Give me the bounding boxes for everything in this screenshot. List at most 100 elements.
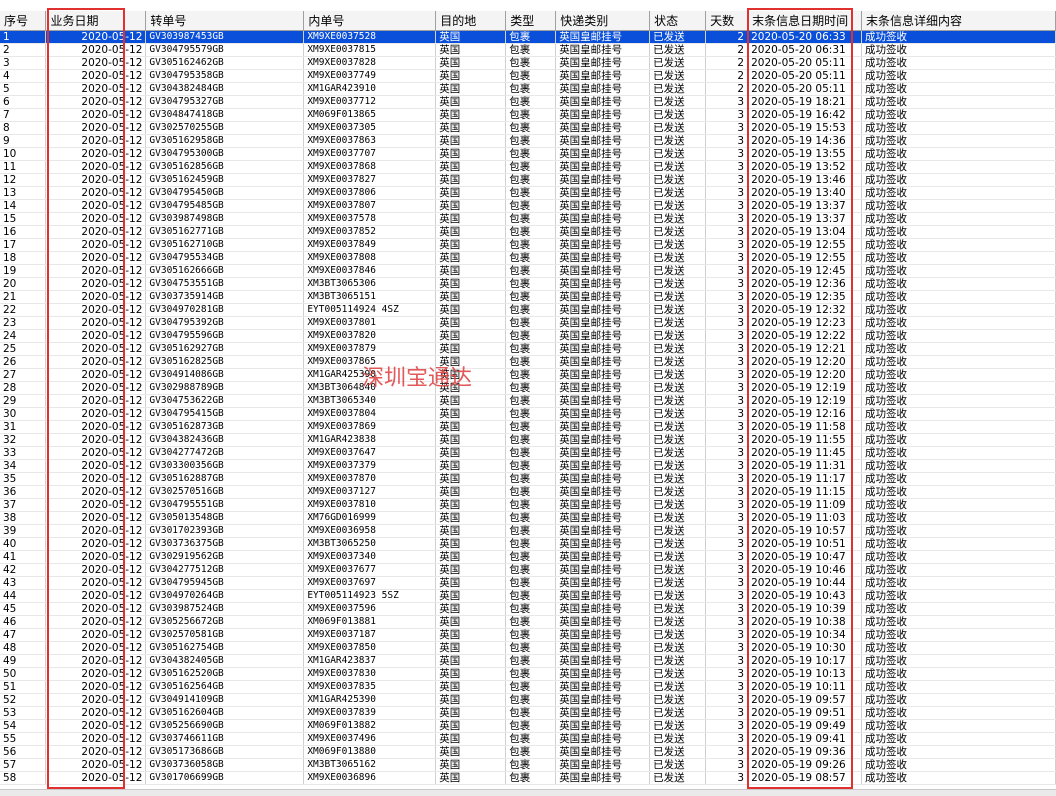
- cell-tracking-no: GV305162754GB: [145, 641, 305, 655]
- cell-business-date: 2020-05-12: [45, 459, 147, 473]
- table-row[interactable]: 56 2020-05-12 GV305173686GB XM069F013880 英国包…: [0, 745, 1056, 759]
- cell-status: 已发送: [649, 43, 707, 57]
- cell-destination: 英国: [435, 30, 507, 44]
- column-header-days[interactable]: 天数: [705, 11, 749, 31]
- table-row[interactable]: 47 2020-05-12 GV302570581GB XM9XE0037187 英国包…: [0, 628, 1056, 642]
- shipment-grid[interactable]: 序号 业务日期 转单号 内单号 目的地 类型 快递类别 状态 天数 末条信息日期时间 末条信息详细内…: [0, 11, 1056, 789]
- table-row[interactable]: 13 2020-05-12 GV304795450GB XM9XE0037806 英国包…: [0, 186, 1056, 200]
- column-header-last-info-detail[interactable]: 末条信息详细内容: [861, 11, 1056, 31]
- column-header-type[interactable]: 类型: [505, 11, 557, 31]
- table-row[interactable]: 55 2020-05-12 GV303746611GB XM9XE0037496 英国包…: [0, 732, 1056, 746]
- table-row[interactable]: 23 2020-05-12 GV304795392GB XM9XE0037801 英国包…: [0, 316, 1056, 330]
- cell-days: 3: [705, 576, 749, 590]
- cell-express-category: 英国皇邮挂号: [555, 108, 651, 122]
- cell-express-category: 英国皇邮挂号: [555, 212, 651, 226]
- cell-express-category: 英国皇邮挂号: [555, 355, 651, 369]
- cell-business-date: 2020-05-12: [45, 134, 147, 148]
- table-row[interactable]: 8 2020-05-12 GV302570255GB XM9XE0037305 英国 包裹…: [0, 121, 1056, 135]
- cell-seq: 46: [0, 615, 47, 629]
- cell-destination: 英国: [435, 407, 507, 421]
- table-row[interactable]: 9 2020-05-12 GV305162958GB XM9XE0037863 英国 包裹…: [0, 134, 1056, 148]
- cell-status: 已发送: [649, 316, 707, 330]
- table-row[interactable]: 30 2020-05-12 GV304795415GB XM9XE0037804 英国包…: [0, 407, 1056, 421]
- table-row[interactable]: 53 2020-05-12 GV305162604GB XM9XE0037839 英国包…: [0, 706, 1056, 720]
- cell-type: 包裹: [505, 615, 557, 629]
- table-row[interactable]: 14 2020-05-12 GV304795485GB XM9XE0037807 英国包…: [0, 199, 1056, 213]
- table-row[interactable]: 31 2020-05-12 GV305162873GB XM9XE0037869 英国包…: [0, 420, 1056, 434]
- table-row[interactable]: 40 2020-05-12 GV303736375GB XM3BT3065250 英国包…: [0, 537, 1056, 551]
- table-row[interactable]: 25 2020-05-12 GV305162927GB XM9XE0037879 英国包…: [0, 342, 1056, 356]
- cell-last-info-datetime: 2020-05-20 06:33: [747, 30, 863, 44]
- cell-days: 3: [705, 628, 749, 642]
- table-row[interactable]: 12 2020-05-12 GV305162459GB XM9XE0037827 英国包…: [0, 173, 1056, 187]
- table-row[interactable]: 45 2020-05-12 GV303987524GB XM9XE0037596 英国包…: [0, 602, 1056, 616]
- table-row[interactable]: 35 2020-05-12 GV305162887GB XM9XE0037870 英国包…: [0, 472, 1056, 486]
- cell-last-info-detail: 成功签收: [861, 238, 1056, 252]
- table-row[interactable]: 54 2020-05-12 GV305256690GB XM069F013882 英国包…: [0, 719, 1056, 733]
- column-header-tracking-no[interactable]: 转单号: [145, 11, 305, 31]
- table-row[interactable]: 46 2020-05-12 GV305256672GB XM069F013881 英国包…: [0, 615, 1056, 629]
- table-row[interactable]: 26 2020-05-12 GV305162825GB XM9XE0037865 英国包…: [0, 355, 1056, 369]
- table-row[interactable]: 34 2020-05-12 GV303300356GB XM9XE0037379 英国包…: [0, 459, 1056, 473]
- table-row[interactable]: 22 2020-05-12 GV304970281GB EYT005114924 4S…: [0, 303, 1056, 317]
- table-row[interactable]: 2 2020-05-12 GV304795579GB XM9XE0037815 英国 包裹…: [0, 43, 1056, 57]
- table-row[interactable]: 57 2020-05-12 GV303736058GB XM3BT3065162 英国包…: [0, 758, 1056, 772]
- table-row[interactable]: 4 2020-05-12 GV304795358GB XM9XE0037749 英国 包裹…: [0, 69, 1056, 83]
- table-row[interactable]: 33 2020-05-12 GV304277472GB XM9XE0037647 英国包…: [0, 446, 1056, 460]
- column-header-express-category[interactable]: 快递类别: [555, 11, 651, 31]
- table-row[interactable]: 19 2020-05-12 GV305162666GB XM9XE0037846 英国包…: [0, 264, 1056, 278]
- table-row[interactable]: 32 2020-05-12 GV304382436GB XM1GAR423838 英国包…: [0, 433, 1056, 447]
- table-row[interactable]: 29 2020-05-12 GV304753622GB XM3BT3065340 英国包…: [0, 394, 1056, 408]
- cell-business-date: 2020-05-12: [45, 251, 147, 265]
- table-row[interactable]: 7 2020-05-12 GV304847418GB XM069F013865 英国 包裹…: [0, 108, 1056, 122]
- cell-type: 包裹: [505, 433, 557, 447]
- table-row[interactable]: 27 2020-05-12 GV304914086GB XM1GAR425390 英国包…: [0, 368, 1056, 382]
- table-row[interactable]: 42 2020-05-12 GV304277512GB XM9XE0037677 英国包…: [0, 563, 1056, 577]
- cell-type: 包裹: [505, 212, 557, 226]
- table-row[interactable]: 38 2020-05-12 GV305013548GB XM76GD016999 英国包…: [0, 511, 1056, 525]
- table-row[interactable]: 50 2020-05-12 GV305162520GB XM9XE0037830 英国包…: [0, 667, 1056, 681]
- cell-destination: 英国: [435, 420, 507, 434]
- cell-seq: 40: [0, 537, 47, 551]
- column-header-internal-no[interactable]: 内单号: [303, 11, 437, 31]
- table-row[interactable]: 44 2020-05-12 GV304970264GB EYT005114923 5S…: [0, 589, 1056, 603]
- column-header-status[interactable]: 状态: [649, 11, 707, 31]
- cell-express-category: 英国皇邮挂号: [555, 524, 651, 538]
- table-row[interactable]: 17 2020-05-12 GV305162710GB XM9XE0037849 英国包…: [0, 238, 1056, 252]
- table-row[interactable]: 10 2020-05-12 GV304795300GB XM9XE0037707 英国包…: [0, 147, 1056, 161]
- cell-internal-no: XM3BT3065250: [303, 537, 437, 551]
- table-row[interactable]: 6 2020-05-12 GV304795327GB XM9XE0037712 英国 包裹…: [0, 95, 1056, 109]
- table-row[interactable]: 39 2020-05-12 GV301702393GB XM9XE0036958 英国包…: [0, 524, 1056, 538]
- table-row[interactable]: 15 2020-05-12 GV303987498GB XM9XE0037578 英国包…: [0, 212, 1056, 226]
- table-row[interactable]: 20 2020-05-12 GV304753551GB XM3BT3065306 英国包…: [0, 277, 1056, 291]
- table-row[interactable]: 51 2020-05-12 GV305162564GB XM9XE0037835 英国包…: [0, 680, 1056, 694]
- table-row[interactable]: 1 2020-05-12 GV303987453GB XM9XE0037528 英国 包裹…: [0, 30, 1056, 44]
- cell-express-category: 英国皇邮挂号: [555, 589, 651, 603]
- column-header-last-info-datetime[interactable]: 末条信息日期时间: [747, 11, 863, 31]
- column-header-business-date[interactable]: 业务日期: [45, 11, 147, 31]
- table-row[interactable]: 5 2020-05-12 GV304382484GB XM1GAR423910 英国 包裹…: [0, 82, 1056, 96]
- cell-express-category: 英国皇邮挂号: [555, 654, 651, 668]
- table-row[interactable]: 24 2020-05-12 GV304795596GB XM9XE0037820 英国包…: [0, 329, 1056, 343]
- table-row[interactable]: 52 2020-05-12 GV304914109GB XM1GAR425390 英国包…: [0, 693, 1056, 707]
- cell-express-category: 英国皇邮挂号: [555, 693, 651, 707]
- table-row[interactable]: 41 2020-05-12 GV302919562GB XM9XE0037340 英国包…: [0, 550, 1056, 564]
- cell-business-date: 2020-05-12: [45, 160, 147, 174]
- column-header-seq[interactable]: 序号: [0, 11, 47, 31]
- table-row[interactable]: 3 2020-05-12 GV305162462GB XM9XE0037828 英国 包裹…: [0, 56, 1056, 70]
- table-row[interactable]: 18 2020-05-12 GV304795534GB XM9XE0037808 英国包…: [0, 251, 1056, 265]
- column-header-destination[interactable]: 目的地: [435, 11, 507, 31]
- table-row[interactable]: 43 2020-05-12 GV304795945GB XM9XE0037697 英国包…: [0, 576, 1056, 590]
- table-row[interactable]: 37 2020-05-12 GV304795551GB XM9XE0037810 英国包…: [0, 498, 1056, 512]
- table-row[interactable]: 58 2020-05-12 GV301706699GB XM9XE0036896 英国包…: [0, 771, 1056, 785]
- table-row[interactable]: 11 2020-05-12 GV305162856GB XM9XE0037868 英国包…: [0, 160, 1056, 174]
- table-row[interactable]: 21 2020-05-12 GV303735914GB XM3BT3065151 英国包…: [0, 290, 1056, 304]
- table-row[interactable]: 36 2020-05-12 GV302570516GB XM9XE0037127 英国包…: [0, 485, 1056, 499]
- table-row[interactable]: 28 2020-05-12 GV302988789GB XM3BT3064840 英国包…: [0, 381, 1056, 395]
- table-row[interactable]: 16 2020-05-12 GV305162771GB XM9XE0037852 英国包…: [0, 225, 1056, 239]
- table-row[interactable]: 48 2020-05-12 GV305162754GB XM9XE0037850 英国包…: [0, 641, 1056, 655]
- cell-days: 3: [705, 108, 749, 122]
- cell-type: 包裹: [505, 199, 557, 213]
- table-row[interactable]: 49 2020-05-12 GV304382405GB XM1GAR423837 英国包…: [0, 654, 1056, 668]
- cell-seq: 23: [0, 316, 47, 330]
